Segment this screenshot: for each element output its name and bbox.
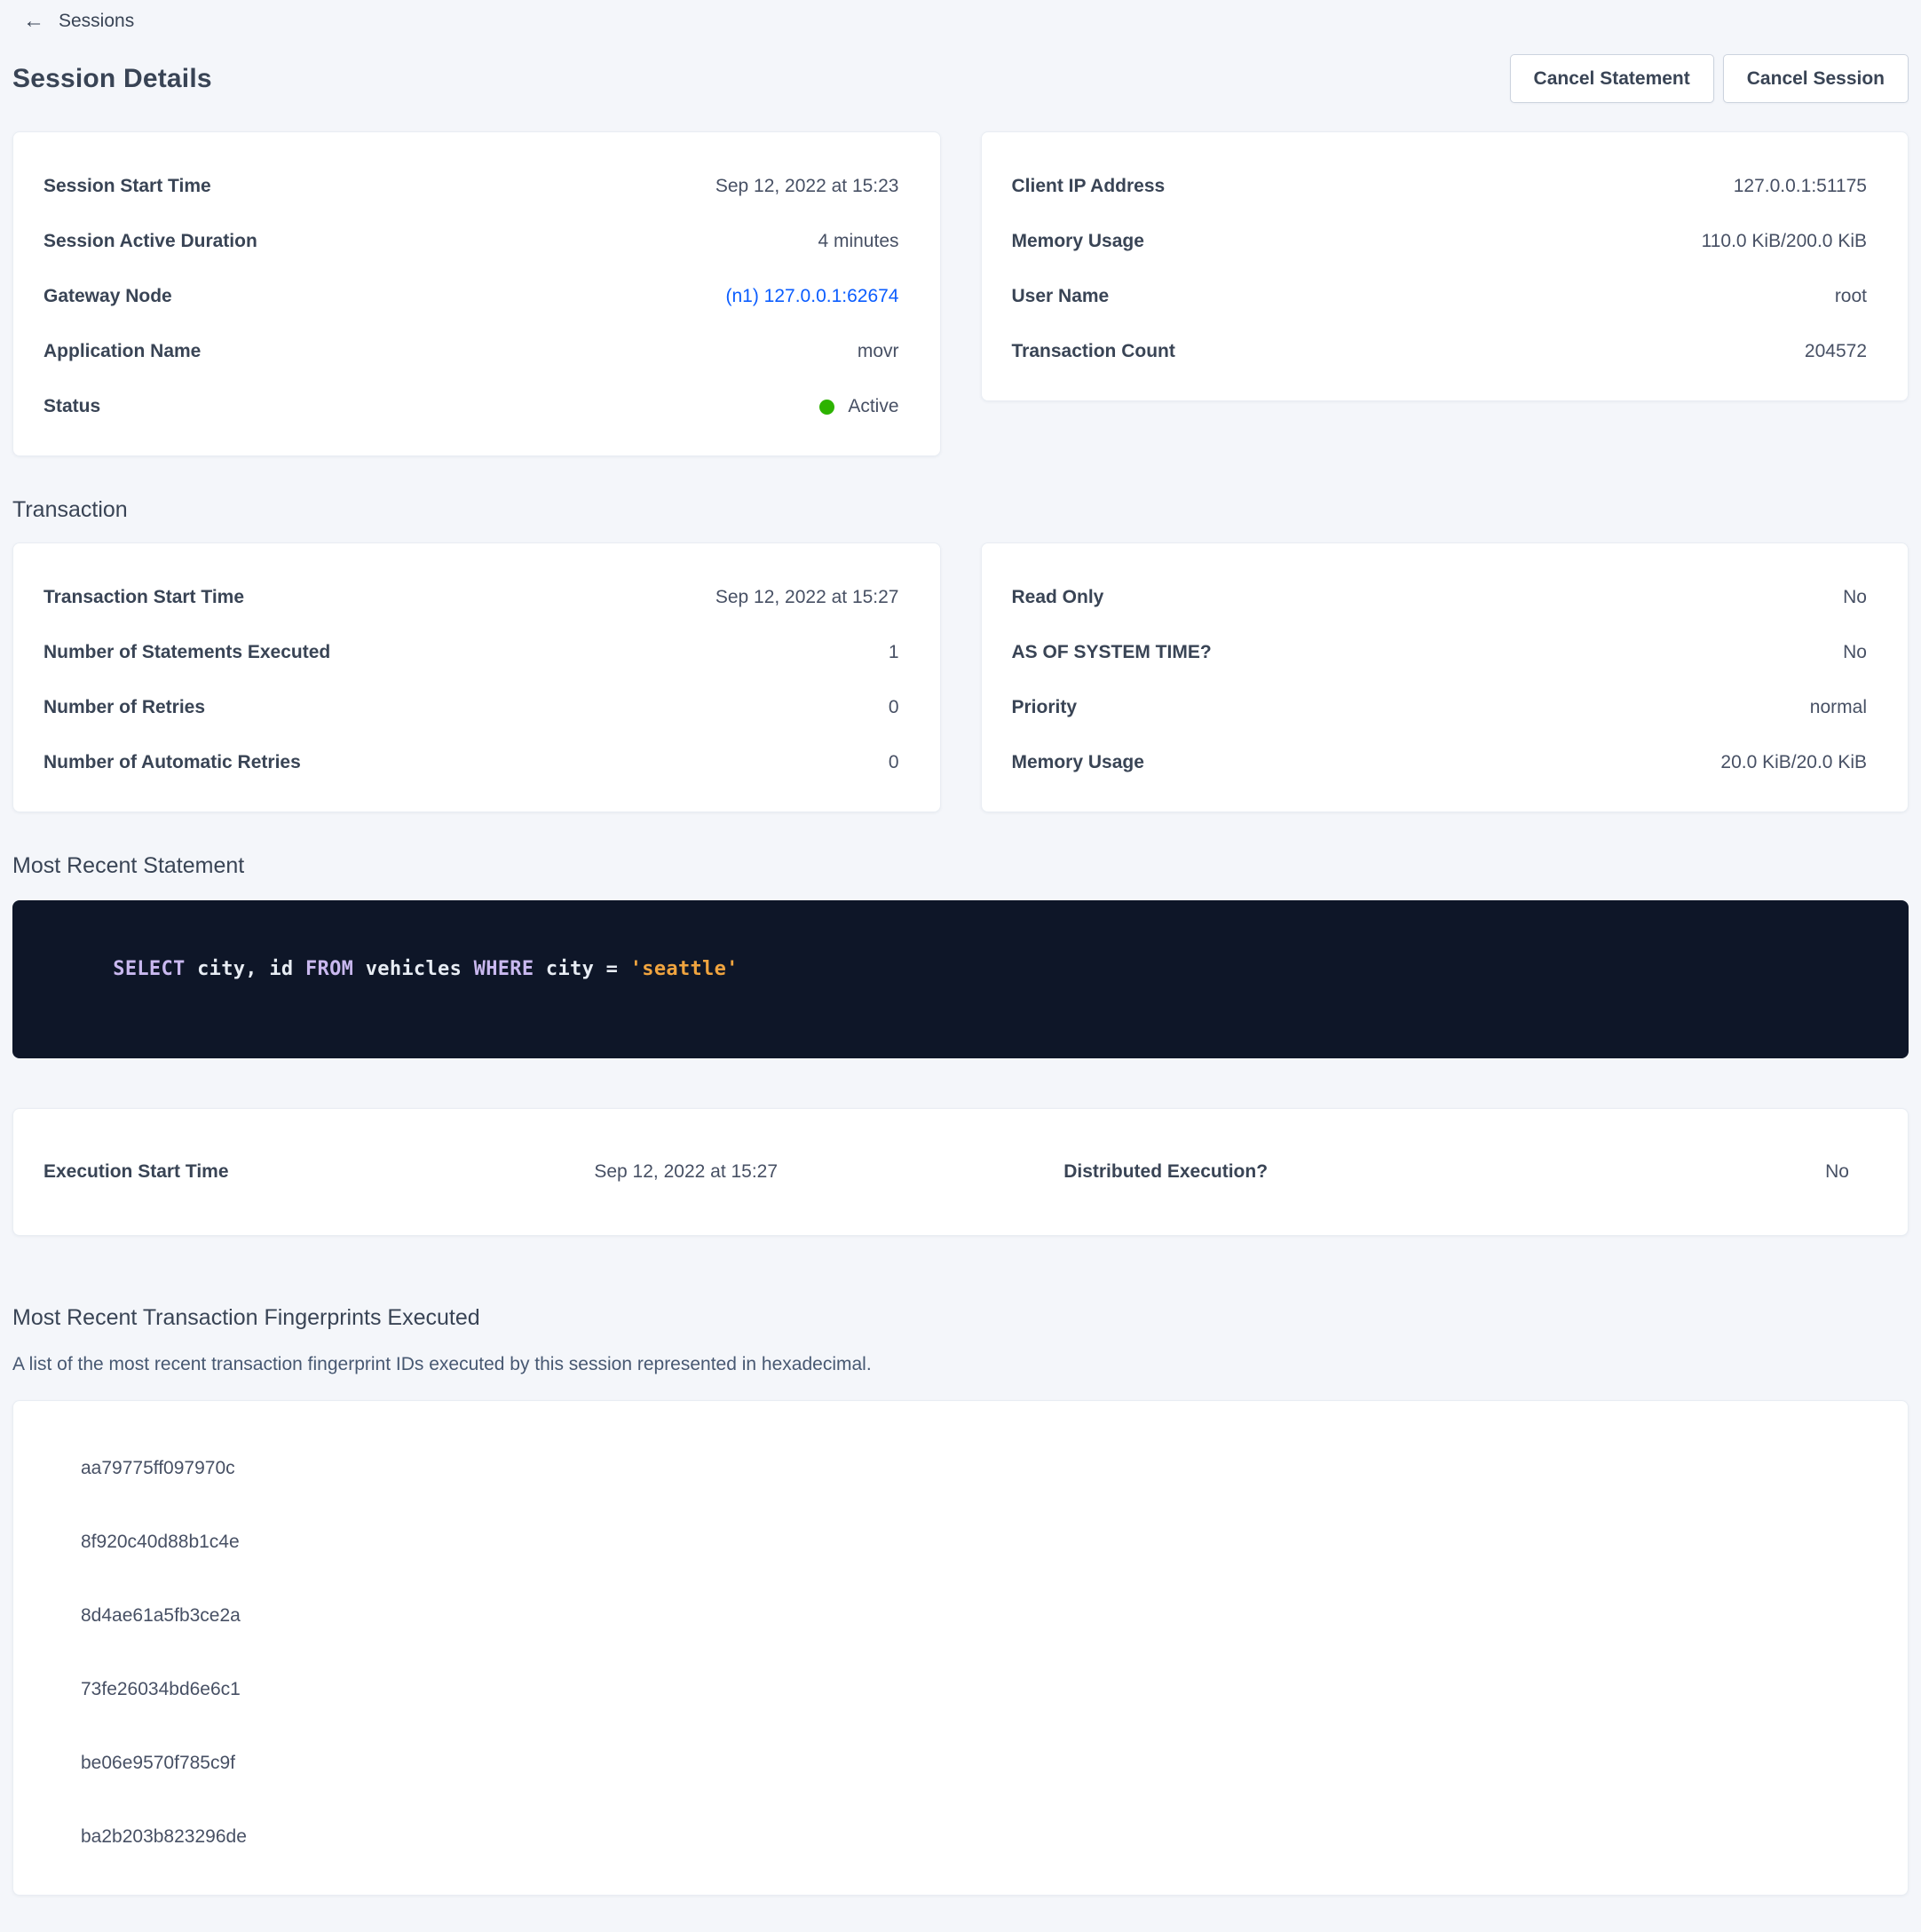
session-summary-card-right: Client IP Address 127.0.0.1:51175 Memory… [981,131,1909,401]
transaction-memory-usage-label: Memory Usage [1012,752,1144,773]
user-name-value: root [1835,286,1867,307]
client-ip-row: Client IP Address 127.0.0.1:51175 [982,159,1909,214]
fingerprint-list-item: 73fe26034bd6e6c1 [13,1652,1908,1726]
transaction-start-time-value: Sep 12, 2022 at 15:27 [715,587,899,608]
session-active-duration-value: 4 minutes [818,231,898,252]
as-of-system-time-label: AS OF SYSTEM TIME? [1012,642,1212,663]
statements-executed-label: Number of Statements Executed [43,642,330,663]
cancel-session-button[interactable]: Cancel Session [1723,54,1909,103]
fingerprints-description: A list of the most recent transaction fi… [12,1354,1909,1375]
priority-value: normal [1810,697,1867,718]
sql-token-plain: vehicles [353,958,473,980]
fingerprint-list-item: 8f920c40d88b1c4e [13,1505,1908,1579]
automatic-retries-label: Number of Automatic Retries [43,752,301,773]
transaction-start-time-row: Transaction Start Time Sep 12, 2022 at 1… [13,570,940,625]
execution-start-time-value: Sep 12, 2022 at 15:27 [594,1161,1063,1183]
transaction-start-time-label: Transaction Start Time [43,587,244,608]
fingerprints-section-heading: Most Recent Transaction Fingerprints Exe… [12,1305,1909,1331]
status-label: Status [43,396,100,417]
execution-start-time-label: Execution Start Time [43,1161,594,1183]
session-start-time-label: Session Start Time [43,176,211,197]
priority-label: Priority [1012,697,1078,718]
execution-details-card: Execution Start Time Sep 12, 2022 at 15:… [12,1108,1909,1236]
fingerprint-list-item: 8d4ae61a5fb3ce2a [13,1579,1908,1652]
header-actions: Cancel Statement Cancel Session [1510,54,1909,103]
as-of-system-time-row: AS OF SYSTEM TIME? No [982,625,1909,680]
gateway-node-label: Gateway Node [43,286,172,307]
sql-token-keyword: SELECT [113,958,185,980]
back-link-label: Sessions [59,11,134,32]
fingerprint-list-item: ba2b203b823296de [13,1800,1908,1873]
status-active-dot-icon [819,400,834,415]
read-only-value: No [1843,587,1867,608]
transaction-memory-usage-row: Memory Usage 20.0 KiB/20.0 KiB [982,735,1909,790]
transaction-count-row: Transaction Count 204572 [982,324,1909,379]
automatic-retries-row: Number of Automatic Retries 0 [13,735,940,790]
gateway-node-link[interactable]: (n1) 127.0.0.1:62674 [726,286,899,307]
session-start-time-value: Sep 12, 2022 at 15:23 [715,176,899,197]
back-to-sessions-link[interactable]: ← Sessions [23,11,134,32]
sql-token-keyword: WHERE [474,958,534,980]
user-name-label: User Name [1012,286,1110,307]
sql-token-plain: city = [534,958,629,980]
gateway-node-row: Gateway Node (n1) 127.0.0.1:62674 [13,269,940,324]
client-ip-label: Client IP Address [1012,176,1166,197]
retries-row: Number of Retries 0 [13,680,940,735]
retries-value: 0 [889,697,899,718]
status-badge: Active [819,396,898,417]
transaction-count-label: Transaction Count [1012,341,1175,362]
client-ip-value: 127.0.0.1:51175 [1734,176,1867,197]
distributed-execution-value: No [1542,1161,1849,1183]
cancel-statement-button[interactable]: Cancel Statement [1510,54,1714,103]
arrow-left-icon: ← [23,11,44,32]
fingerprint-list-item: be06e9570f785c9f [13,1726,1908,1800]
read-only-label: Read Only [1012,587,1104,608]
fingerprints-card: aa79775ff097970c 8f920c40d88b1c4e 8d4ae6… [12,1400,1909,1896]
sql-statement-text: SELECT city, id FROM vehicles WHERE city… [41,936,1880,1002]
application-name-row: Application Name movr [13,324,940,379]
distributed-execution-label: Distributed Execution? [1063,1161,1542,1183]
transaction-count-value: 204572 [1805,341,1867,362]
transaction-card-right: Read Only No AS OF SYSTEM TIME? No Prior… [981,542,1909,812]
status-row: Status Active [13,379,940,434]
priority-row: Priority normal [982,680,1909,735]
page-title: Session Details [12,64,212,94]
fingerprint-list-item: aa79775ff097970c [13,1431,1908,1505]
application-name-label: Application Name [43,341,201,362]
status-value: Active [848,396,898,417]
most-recent-statement-heading: Most Recent Statement [12,853,1909,879]
user-name-row: User Name root [982,269,1909,324]
transaction-card-left: Transaction Start Time Sep 12, 2022 at 1… [12,542,941,812]
automatic-retries-value: 0 [889,752,899,773]
read-only-row: Read Only No [982,570,1909,625]
session-details-page: ← Sessions Session Details Cancel Statem… [0,0,1921,1896]
retries-label: Number of Retries [43,697,205,718]
transaction-memory-usage-value: 20.0 KiB/20.0 KiB [1720,752,1867,773]
session-memory-usage-label: Memory Usage [1012,231,1144,252]
session-active-duration-row: Session Active Duration 4 minutes [13,214,940,269]
session-summary-card-left: Session Start Time Sep 12, 2022 at 15:23… [12,131,941,456]
session-memory-usage-row: Memory Usage 110.0 KiB/200.0 KiB [982,214,1909,269]
transaction-section-heading: Transaction [12,497,1909,523]
statements-executed-row: Number of Statements Executed 1 [13,625,940,680]
sql-token-keyword: FROM [305,958,353,980]
sql-token-plain: city, id [186,958,305,980]
sql-statement-box: SELECT city, id FROM vehicles WHERE city… [12,900,1909,1058]
application-name-value: movr [858,341,899,362]
sql-token-string: 'seattle' [630,958,739,980]
session-active-duration-label: Session Active Duration [43,231,257,252]
session-start-time-row: Session Start Time Sep 12, 2022 at 15:23 [13,159,940,214]
session-memory-usage-value: 110.0 KiB/200.0 KiB [1702,231,1867,252]
statements-executed-value: 1 [889,642,899,663]
as-of-system-time-value: No [1843,642,1867,663]
